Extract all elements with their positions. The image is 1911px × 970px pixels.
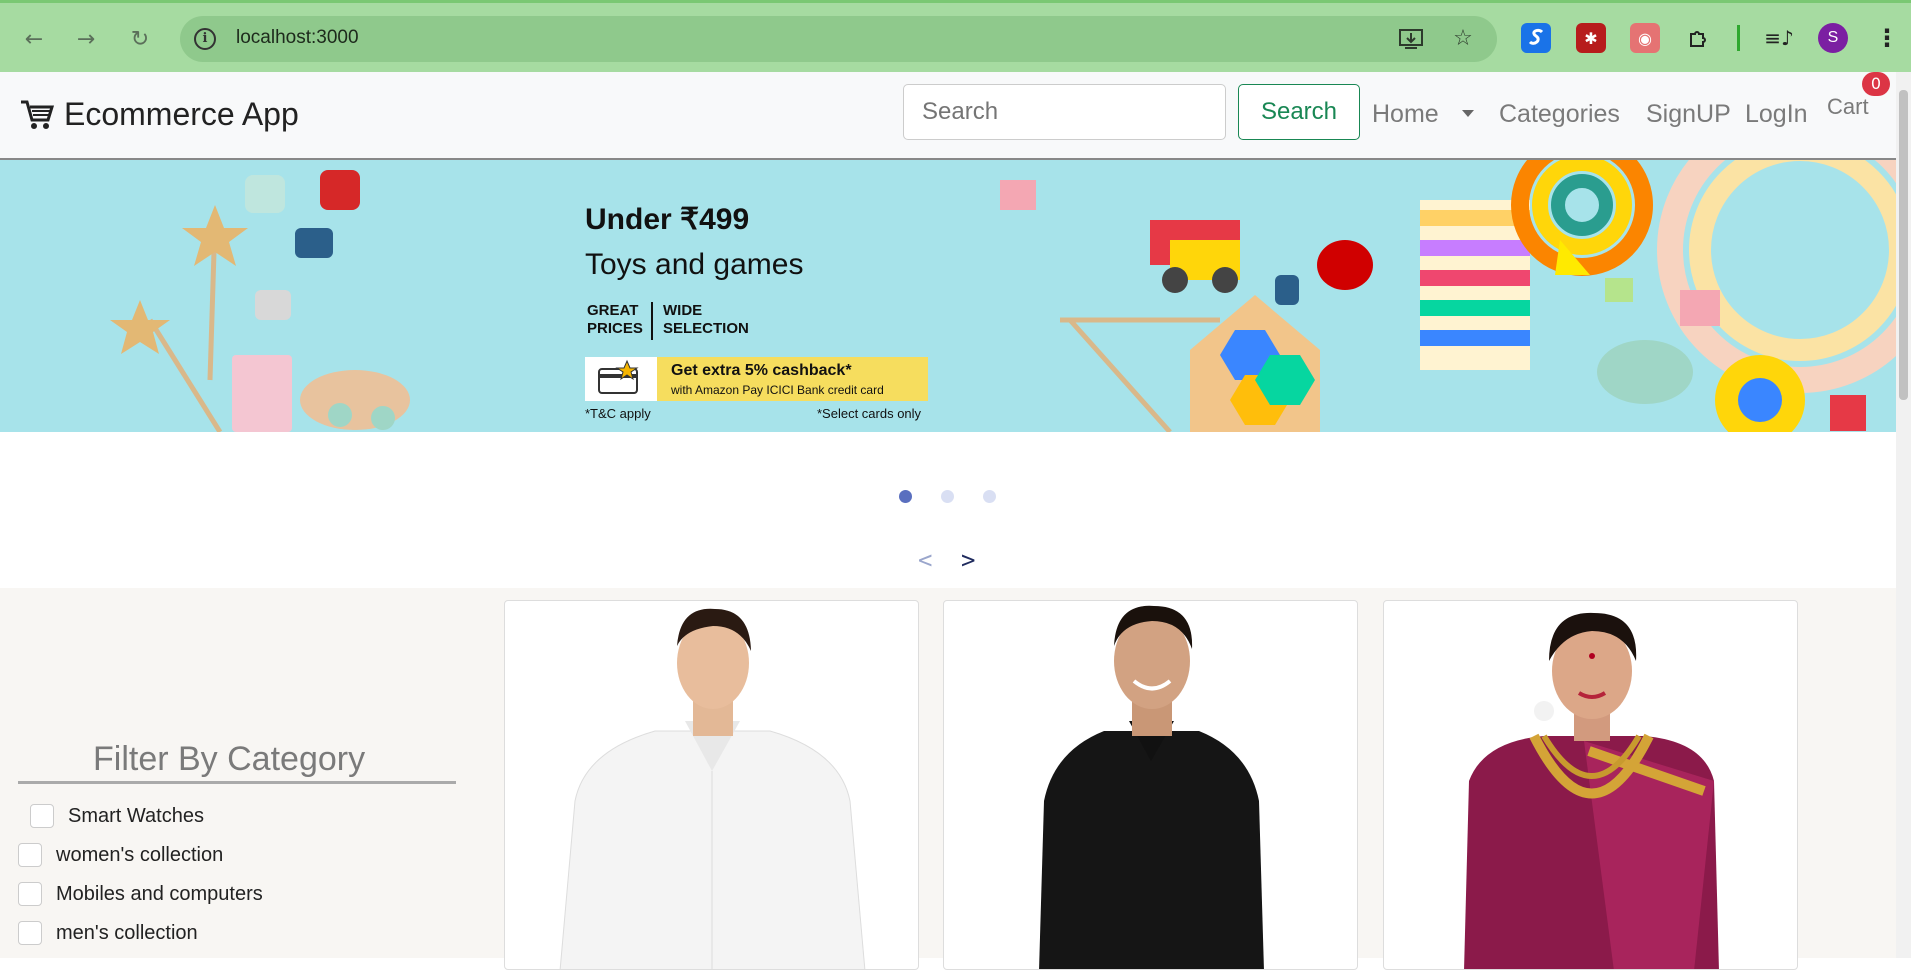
checkbox[interactable] bbox=[30, 804, 54, 828]
nav-login[interactable]: LogIn bbox=[1745, 100, 1808, 129]
cashback-offer: Get extra 5% cashback* with Amazon Pay I… bbox=[585, 357, 928, 401]
category-label: women's collection bbox=[56, 843, 224, 866]
toolbar-divider bbox=[1737, 25, 1740, 51]
dropdown-caret-icon[interactable] bbox=[1462, 110, 1474, 117]
search-button[interactable]: Search bbox=[1238, 84, 1360, 140]
carousel-next-button[interactable]: > bbox=[961, 546, 975, 574]
media-playlist-icon[interactable]: ≡♪ bbox=[1764, 23, 1794, 53]
app-navbar: Ecommerce App Search Home Categories Sig… bbox=[0, 72, 1896, 160]
category-mens-collection[interactable]: men's collection bbox=[18, 921, 198, 945]
woman-saree-photo bbox=[1464, 612, 1719, 969]
tag-line: GREAT bbox=[587, 302, 639, 319]
carousel-dot-1[interactable] bbox=[899, 490, 912, 503]
category-label: men's collection bbox=[56, 921, 198, 944]
install-app-icon[interactable] bbox=[1398, 26, 1424, 52]
profile-avatar[interactable]: S bbox=[1818, 23, 1848, 53]
reload-icon[interactable]: ↻ bbox=[124, 23, 156, 55]
carousel-dot-3[interactable] bbox=[983, 490, 996, 503]
banner-tag-right: WIDE SELECTION bbox=[663, 302, 749, 338]
checkbox[interactable] bbox=[18, 882, 42, 906]
extension-bug-icon[interactable]: ✱ bbox=[1576, 23, 1606, 53]
nav-home[interactable]: Home bbox=[1372, 100, 1439, 129]
brand[interactable]: Ecommerce App bbox=[20, 96, 299, 133]
fine-print-left: *T&C apply bbox=[585, 406, 651, 421]
cart-count-badge: 0 bbox=[1862, 72, 1890, 96]
brand-name: Ecommerce App bbox=[64, 96, 299, 132]
man-white-shirt-photo bbox=[559, 608, 866, 969]
extension-camera-icon[interactable]: ◉ bbox=[1630, 23, 1660, 53]
scrollbar-thumb[interactable] bbox=[1899, 90, 1908, 400]
back-icon[interactable]: ← bbox=[18, 23, 50, 55]
filter-title: Filter By Category bbox=[93, 740, 366, 778]
fine-print-right: *Select cards only bbox=[817, 406, 922, 421]
tag-line: PRICES bbox=[587, 320, 643, 337]
product-card[interactable] bbox=[504, 600, 919, 970]
address-bar[interactable]: i localhost:3000 ☆ bbox=[180, 16, 1497, 62]
product-card[interactable] bbox=[1383, 600, 1798, 970]
category-label: Mobiles and computers bbox=[56, 882, 263, 905]
credit-card-icon bbox=[585, 357, 657, 401]
extension-s-icon[interactable] bbox=[1521, 23, 1551, 53]
page-scrollbar[interactable] bbox=[1896, 72, 1911, 958]
site-info-icon[interactable]: i bbox=[194, 28, 216, 50]
cashback-subtitle: with Amazon Pay ICICI Bank credit card bbox=[671, 383, 884, 397]
category-smart-watches[interactable]: Smart Watches bbox=[30, 804, 204, 828]
toys-illustration bbox=[110, 160, 1896, 432]
carousel-dot-2[interactable] bbox=[941, 490, 954, 503]
banner-headline: Under ₹499 bbox=[585, 203, 750, 236]
man-black-shirt-photo bbox=[1039, 605, 1264, 969]
banner-tag-divider bbox=[651, 302, 653, 340]
url-text[interactable]: localhost:3000 bbox=[236, 27, 359, 49]
category-mobiles-computers[interactable]: Mobiles and computers bbox=[18, 882, 263, 906]
extensions-puzzle-icon[interactable] bbox=[1684, 23, 1714, 53]
nav-signup[interactable]: SignUP bbox=[1646, 100, 1731, 129]
tag-line: SELECTION bbox=[663, 320, 749, 337]
product-card[interactable] bbox=[943, 600, 1358, 970]
banner-subheadline: Toys and games bbox=[585, 248, 804, 281]
nav-cart[interactable]: Cart bbox=[1827, 94, 1869, 120]
cashback-title: Get extra 5% cashback* bbox=[671, 362, 852, 379]
forward-icon[interactable]: → bbox=[70, 23, 102, 55]
banner-tag-left: GREAT PRICES bbox=[587, 302, 643, 338]
nav-categories[interactable]: Categories bbox=[1499, 100, 1620, 129]
filter-divider bbox=[18, 781, 456, 784]
checkbox[interactable] bbox=[18, 921, 42, 945]
carousel-prev-button[interactable]: < bbox=[918, 546, 932, 574]
tag-line: WIDE bbox=[663, 302, 703, 319]
category-womens-collection[interactable]: women's collection bbox=[18, 843, 223, 867]
checkbox[interactable] bbox=[18, 843, 42, 867]
cart-logo-icon bbox=[21, 100, 54, 129]
more-menu-icon[interactable]: ⋮ bbox=[1872, 23, 1902, 53]
promo-banner[interactable]: Under ₹499 Toys and games GREAT PRICES W… bbox=[0, 160, 1896, 432]
browser-toolbar: ← → ↻ i localhost:3000 ☆ ✱ ◉ ≡♪ S ⋮ bbox=[0, 0, 1911, 72]
category-label: Smart Watches bbox=[68, 804, 204, 827]
bookmark-star-icon[interactable]: ☆ bbox=[1450, 26, 1476, 52]
search-input[interactable] bbox=[903, 84, 1226, 140]
